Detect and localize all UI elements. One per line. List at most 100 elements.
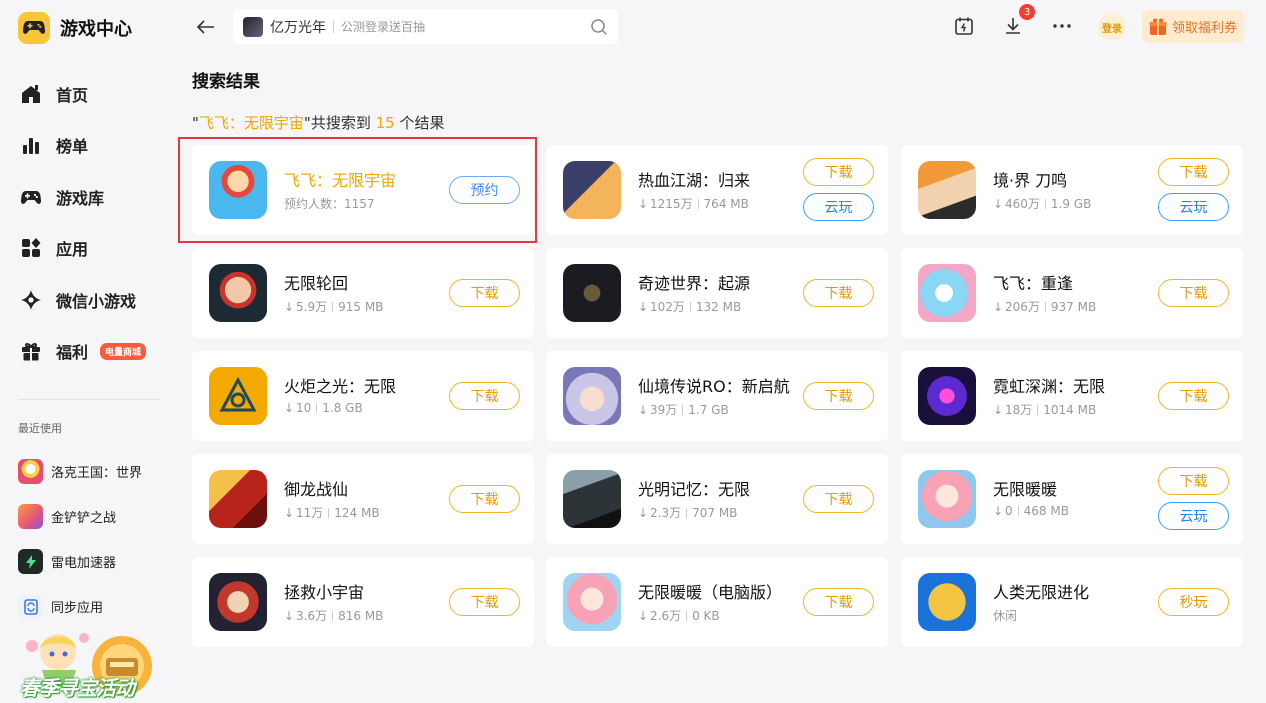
mini-game-icon [21, 289, 41, 310]
game-name[interactable]: 霓虹深渊：无限 [993, 373, 1105, 397]
recent-title: 最近使用 [18, 422, 62, 435]
instant-play-button[interactable]: 秒玩 [1158, 588, 1229, 616]
result-card[interactable]: 火炬之光：无限 ↓ 10 1.8 GB 下载 [192, 351, 534, 441]
reserve-button[interactable]: 预约 [449, 176, 520, 204]
result-card[interactable]: 热血江湖：归来 ↓ 1215万 764 MB 下载 云玩 [546, 145, 888, 235]
game-meta: ↓ 3.6万 816 MB [284, 607, 383, 624]
recent-item-jinchanchan[interactable]: 金铲铲之战 [18, 494, 142, 539]
result-card[interactable]: 光明记忆：无限 ↓ 2.3万 707 MB 下载 [546, 454, 888, 544]
login-button[interactable]: 登录 [1098, 13, 1126, 41]
nav-item-apps[interactable]: 应用 [20, 223, 170, 275]
nihong-shenyuan-icon [918, 367, 976, 425]
calendar-button[interactable] [952, 14, 976, 38]
download-button[interactable]: 下载 [1158, 467, 1229, 495]
game-meta: ↓ 206万 937 MB [993, 298, 1096, 315]
gamepad-icon [20, 190, 42, 204]
download-button[interactable]: 下载 [449, 485, 520, 513]
nav-item-wechat-mini-games[interactable]: 微信小游戏 [20, 274, 170, 326]
game-name[interactable]: 无限暖暖 [993, 476, 1057, 500]
feifei-chongfeng-icon [918, 264, 976, 322]
download-button[interactable]: 下载 [803, 485, 874, 513]
result-card[interactable]: 无限暖暖（电脑版） ↓ 2.6万 0 KB 下载 [546, 557, 888, 647]
game-name[interactable]: 拯救小宇宙 [284, 579, 364, 603]
reservation-count: 预约人数：1157 [284, 197, 375, 211]
download-button[interactable]: 下载 [449, 279, 520, 307]
download-count-icon: ↓ [638, 506, 649, 520]
gift-bag-icon [1149, 18, 1167, 35]
download-count: 5.9万 [296, 300, 328, 314]
download-count-icon: ↓ [284, 609, 295, 623]
game-name[interactable]: 飞飞：重逢 [993, 270, 1073, 294]
game-name[interactable]: 火炬之光：无限 [284, 373, 396, 397]
download-button[interactable]: 下载 [803, 279, 874, 307]
recent-item-roco-kingdom[interactable]: 洛克王国：世界 [18, 449, 142, 494]
download-count: 3.6万 [296, 609, 328, 623]
home-icon [22, 84, 40, 103]
game-genre: 休闲 [993, 609, 1018, 623]
yulong-zhanxian-icon [209, 470, 267, 528]
download-button[interactable]: 下载 [803, 382, 874, 410]
download-count: 206万 [1005, 300, 1040, 314]
spring-treasure-promo[interactable]: 春季寻宝活动 [18, 626, 158, 703]
download-button[interactable]: 下载 [803, 588, 874, 616]
result-card[interactable]: 御龙战仙 ↓ 11万 124 MB 下载 [192, 454, 534, 544]
download-count-icon: ↓ [284, 300, 295, 314]
result-card[interactable]: 人类无限进化 休闲 秒玩 [901, 557, 1243, 647]
claim-coupon-button[interactable]: 领取福利券 [1142, 10, 1244, 43]
result-card[interactable]: 飞飞：重逢 ↓ 206万 937 MB 下载 [901, 248, 1243, 338]
result-card[interactable]: 霓虹深渊：无限 ↓ 18万 1014 MB 下载 [901, 351, 1243, 441]
recent-label: 同步应用 [51, 601, 104, 616]
nav-item-game-library[interactable]: 游戏库 [20, 171, 170, 223]
search-keyword[interactable]: 亿万光年 [270, 17, 326, 37]
game-name[interactable]: 无限轮回 [284, 270, 348, 294]
result-card[interactable]: 拯救小宇宙 ↓ 3.6万 816 MB 下载 [192, 557, 534, 647]
game-name[interactable]: 飞飞：无限宇宙 [284, 167, 396, 191]
download-button[interactable]: 下载 [449, 382, 520, 410]
result-card[interactable]: 无限轮回 ↓ 5.9万 915 MB 下载 [192, 248, 534, 338]
cloud-play-button[interactable]: 云玩 [1158, 502, 1229, 530]
sidebar: 游戏中心 首页 榜单 游戏库 应用 微信小游戏 福利 电量商城 最近使用 洛克王… [0, 0, 176, 703]
meta-separator [686, 508, 688, 518]
download-button[interactable]: 下载 [803, 158, 874, 186]
search-bar[interactable]: 亿万光年 公测登录送百抽 [233, 9, 618, 44]
qiji-shijie-icon [563, 264, 621, 322]
result-card[interactable]: 无限暖暖 ↓ 0 468 MB 下载 云玩 [901, 454, 1243, 544]
result-card[interactable]: 奇迹世界：起源 ↓ 102万 132 MB 下载 [546, 248, 888, 338]
jinchanchan-icon [18, 504, 43, 529]
game-meta: ↓ 460万 1.9 GB [993, 195, 1091, 212]
game-meta: ↓ 2.3万 707 MB [638, 504, 737, 521]
result-card[interactable]: 境·界 刀鸣 ↓ 460万 1.9 GB 下载 云玩 [901, 145, 1243, 235]
more-button[interactable] [1050, 14, 1074, 38]
result-card[interactable]: 仙境传说RO：新启航 ↓ 39万 1.7 GB 下载 [546, 351, 888, 441]
game-name[interactable]: 御龙战仙 [284, 476, 348, 500]
result-card[interactable]: 飞飞：无限宇宙 预约人数：1157 预约 [192, 145, 534, 235]
cloud-play-button[interactable]: 云玩 [1158, 193, 1229, 221]
download-count: 2.6万 [650, 609, 682, 623]
nav-item-ranking[interactable]: 榜单 [20, 120, 170, 172]
nav-item-home[interactable]: 首页 [20, 68, 170, 120]
nav-item-welfare[interactable]: 福利 电量商城 [20, 326, 170, 378]
search-icon[interactable] [590, 18, 608, 36]
recent-item-sync-apps[interactable]: 同步应用 [18, 584, 142, 629]
renlei-wuxian-jinhua-icon [918, 573, 976, 631]
game-name[interactable]: 境·界 刀鸣 [993, 167, 1067, 191]
download-count: 460万 [1005, 197, 1040, 211]
download-button[interactable]: 下载 [1158, 158, 1229, 186]
game-name[interactable]: 热血江湖：归来 [638, 167, 750, 191]
game-name[interactable]: 人类无限进化 [993, 579, 1089, 603]
download-button[interactable]: 下载 [1158, 279, 1229, 307]
game-name[interactable]: 无限暖暖（电脑版） [638, 579, 782, 603]
download-button[interactable]: 下载 [1158, 382, 1229, 410]
file-size: 707 MB [692, 506, 738, 520]
recent-item-thunder-accelerator[interactable]: 雷电加速器 [18, 539, 142, 584]
meta-separator [1037, 405, 1039, 415]
download-button[interactable]: 下载 [449, 588, 520, 616]
back-button[interactable] [194, 15, 218, 39]
download-icon [1006, 18, 1020, 34]
meta-separator [686, 611, 688, 621]
app-logo[interactable]: 游戏中心 [18, 12, 132, 44]
game-name[interactable]: 仙境传说RO：新启航 [638, 373, 790, 397]
cloud-play-button[interactable]: 云玩 [803, 193, 874, 221]
game-name[interactable]: 光明记忆：无限 [638, 476, 750, 500]
game-name[interactable]: 奇迹世界：起源 [638, 270, 750, 294]
